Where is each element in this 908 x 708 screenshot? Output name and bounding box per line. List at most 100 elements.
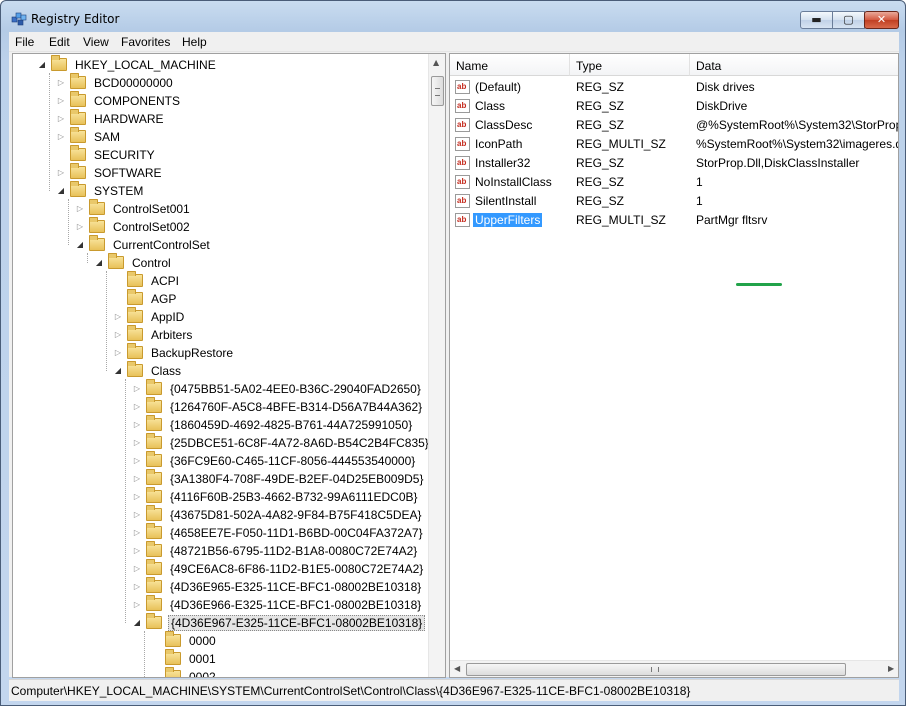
tree-item[interactable]: ▷ {43675D81-502A-4A82-9F84-B75F418C5DEA} bbox=[132, 505, 429, 524]
value-row[interactable]: ab SilentInstall REG_SZ 1 bbox=[450, 192, 898, 211]
tree-item[interactable]: ▷ AppID bbox=[113, 307, 429, 326]
expand-arrow-icon[interactable]: ▷ bbox=[132, 528, 142, 538]
tree-item[interactable]: ◢ HKEY_LOCAL_MACHINE bbox=[37, 55, 429, 74]
tree-item[interactable]: ▷ {4D36E965-E325-11CE-BFC1-08002BE10318} bbox=[132, 577, 429, 596]
tree-scroll-thumb[interactable] bbox=[431, 76, 444, 106]
expand-arrow-icon[interactable]: ▷ bbox=[132, 438, 142, 448]
tree-item[interactable]: ▷ {4116F60B-25B3-4662-B732-99A6111EDC0B} bbox=[132, 487, 429, 506]
tree-item[interactable]: ▷ COMPONENTS bbox=[56, 91, 429, 110]
tree-item[interactable]: ▷ {25DBCE51-6C8F-4A72-8A6D-B54C2B4FC835} bbox=[132, 433, 429, 452]
value-name: NoInstallClass bbox=[475, 175, 552, 189]
expand-arrow-icon[interactable]: ▷ bbox=[132, 456, 142, 466]
menu-view[interactable]: View bbox=[83, 35, 109, 49]
title-bar[interactable]: Registry Editor ▬ ▢ ✕ bbox=[1, 1, 905, 33]
expand-arrow-icon[interactable]: ▷ bbox=[113, 330, 123, 340]
maximize-icon: ▢ bbox=[843, 13, 854, 26]
value-row[interactable]: ab (Default) REG_SZ Disk drives bbox=[450, 78, 898, 97]
minimize-button[interactable]: ▬ bbox=[800, 11, 833, 29]
tree-item[interactable]: SECURITY bbox=[56, 145, 429, 164]
collapse-arrow-icon[interactable]: ◢ bbox=[75, 240, 85, 250]
expand-arrow-icon[interactable]: ▷ bbox=[132, 600, 142, 610]
tree-item[interactable]: ▷ {49CE6AC8-6F86-11D2-B1E5-0080C72E74A2} bbox=[132, 559, 429, 578]
tree-item-selected[interactable]: ◢ {4D36E967-E325-11CE-BFC1-08002BE10318} bbox=[132, 613, 429, 632]
tree-item[interactable]: ▷ {1860459D-4692-4825-B761-44A725991050} bbox=[132, 415, 429, 434]
expand-arrow-icon[interactable]: ▷ bbox=[75, 204, 85, 214]
tree-item[interactable]: 0001 bbox=[151, 649, 429, 668]
tree-item[interactable]: ▷ HARDWARE bbox=[56, 109, 429, 128]
expand-arrow-icon[interactable]: ▷ bbox=[56, 114, 66, 124]
collapse-arrow-icon[interactable]: ◢ bbox=[37, 60, 47, 70]
value-row[interactable]: ab ClassDesc REG_SZ @%SystemRoot%\System32\… bbox=[450, 116, 898, 135]
tree-item[interactable]: ◢ Class bbox=[113, 361, 429, 380]
column-header-name[interactable]: Name bbox=[450, 54, 570, 76]
expand-arrow-icon[interactable]: ▷ bbox=[132, 582, 142, 592]
tree-item[interactable]: ▷ ControlSet001 bbox=[75, 199, 429, 218]
tree-item[interactable]: ▷ BackupRestore bbox=[113, 343, 429, 362]
expand-arrow-icon[interactable]: ▷ bbox=[56, 78, 66, 88]
expand-arrow-icon[interactable]: ▷ bbox=[132, 420, 142, 430]
expand-arrow-icon[interactable]: ▷ bbox=[132, 546, 142, 556]
key-tree[interactable]: ◢ HKEY_LOCAL_MACHINE ▷ BCD00000000 ▷ COMPONEN… bbox=[13, 54, 429, 677]
expand-arrow-icon[interactable]: ▷ bbox=[113, 312, 123, 322]
values-scroll-thumb[interactable] bbox=[466, 663, 846, 676]
menu-help[interactable]: Help bbox=[182, 35, 207, 49]
values-list-pane[interactable]: Name Type Data ab (Default) REG_SZ Disk dri… bbox=[449, 53, 899, 678]
close-button[interactable]: ✕ bbox=[864, 11, 899, 29]
tree-item[interactable]: ▷ {1264760F-A5C8-4BFE-B314-D56A7B44A362} bbox=[132, 397, 429, 416]
tree-item[interactable]: AGP bbox=[113, 289, 429, 308]
tree-item[interactable]: ▷ SAM bbox=[56, 127, 429, 146]
value-name: UpperFilters bbox=[473, 213, 543, 227]
expand-arrow-icon[interactable]: ▷ bbox=[132, 510, 142, 520]
scroll-right-icon[interactable]: ▶ bbox=[888, 664, 894, 673]
expand-arrow-icon[interactable]: ▷ bbox=[113, 348, 123, 358]
menu-favorites[interactable]: Favorites bbox=[121, 35, 170, 49]
value-row[interactable]: ab NoInstallClass REG_SZ 1 bbox=[450, 173, 898, 192]
tree-item[interactable]: ◢ SYSTEM bbox=[56, 181, 429, 200]
scroll-up-icon[interactable]: ▲ bbox=[433, 58, 439, 67]
expand-arrow-icon[interactable]: ▷ bbox=[132, 492, 142, 502]
values-horizontal-scrollbar[interactable]: ◀ ▶ bbox=[450, 660, 898, 677]
expand-arrow-icon[interactable]: ▷ bbox=[56, 132, 66, 142]
value-row[interactable]: ab Installer32 REG_SZ StorProp.Dll,DiskClas… bbox=[450, 154, 898, 173]
maximize-button[interactable]: ▢ bbox=[832, 11, 865, 29]
scroll-left-icon[interactable]: ◀ bbox=[454, 664, 460, 673]
menu-edit[interactable]: Edit bbox=[49, 35, 70, 49]
value-row[interactable]: ab IconPath REG_MULTI_SZ %SystemRoot%\Syste… bbox=[450, 135, 898, 154]
tree-item[interactable]: ▷ {3A1380F4-708F-49DE-B2EF-04D25EB009D5} bbox=[132, 469, 429, 488]
tree-item[interactable]: ◢ Control bbox=[94, 253, 429, 272]
tree-vertical-scrollbar[interactable]: ▲ bbox=[428, 54, 445, 677]
string-value-icon: ab bbox=[455, 194, 470, 208]
folder-icon bbox=[127, 289, 143, 305]
expand-arrow-icon[interactable]: ▷ bbox=[132, 564, 142, 574]
value-row[interactable]: ab Class REG_SZ DiskDrive bbox=[450, 97, 898, 116]
tree-item[interactable]: ACPI bbox=[113, 271, 429, 290]
tree-item[interactable]: ◢ CurrentControlSet bbox=[75, 235, 429, 254]
expand-arrow-icon[interactable]: ▷ bbox=[132, 474, 142, 484]
tree-item[interactable]: ▷ {4658EE7E-F050-11D1-B6BD-00C04FA372A7} bbox=[132, 523, 429, 542]
expand-arrow-icon[interactable]: ▷ bbox=[132, 402, 142, 412]
value-row-selected[interactable]: ab UpperFilters REG_MULTI_SZ PartMgr fltsrv bbox=[450, 211, 898, 230]
tree-item[interactable]: ▷ {0475BB51-5A02-4EE0-B36C-29040FAD2650} bbox=[132, 379, 429, 398]
key-tree-pane[interactable]: ◢ HKEY_LOCAL_MACHINE ▷ BCD00000000 ▷ COMPONEN… bbox=[12, 53, 446, 678]
collapse-arrow-icon[interactable]: ◢ bbox=[113, 366, 123, 376]
collapse-arrow-icon[interactable]: ◢ bbox=[94, 258, 104, 268]
menu-file[interactable]: File bbox=[15, 35, 34, 49]
collapse-arrow-icon[interactable]: ◢ bbox=[56, 186, 66, 196]
tree-item[interactable]: ▷ BCD00000000 bbox=[56, 73, 429, 92]
expand-arrow-icon[interactable]: ▷ bbox=[132, 384, 142, 394]
tree-item[interactable]: ▷ {4D36E966-E325-11CE-BFC1-08002BE10318} bbox=[132, 595, 429, 614]
tree-item[interactable]: 0002 bbox=[151, 667, 429, 677]
column-header-data[interactable]: Data bbox=[690, 54, 898, 76]
collapse-arrow-icon[interactable]: ◢ bbox=[132, 618, 142, 628]
tree-item[interactable]: ▷ ControlSet002 bbox=[75, 217, 429, 236]
tree-item-label: {1860459D-4692-4825-B761-44A725991050} bbox=[170, 418, 413, 432]
tree-item[interactable]: ▷ {36FC9E60-C465-11CF-8056-444553540000} bbox=[132, 451, 429, 470]
tree-item[interactable]: 0000 bbox=[151, 631, 429, 650]
expand-arrow-icon[interactable]: ▷ bbox=[56, 168, 66, 178]
tree-item[interactable]: ▷ SOFTWARE bbox=[56, 163, 429, 182]
tree-item[interactable]: ▷ {48721B56-6795-11D2-B1A8-0080C72E74A2} bbox=[132, 541, 429, 560]
expand-arrow-icon[interactable]: ▷ bbox=[56, 96, 66, 106]
tree-item[interactable]: ▷ Arbiters bbox=[113, 325, 429, 344]
column-header-type[interactable]: Type bbox=[570, 54, 690, 76]
expand-arrow-icon[interactable]: ▷ bbox=[75, 222, 85, 232]
